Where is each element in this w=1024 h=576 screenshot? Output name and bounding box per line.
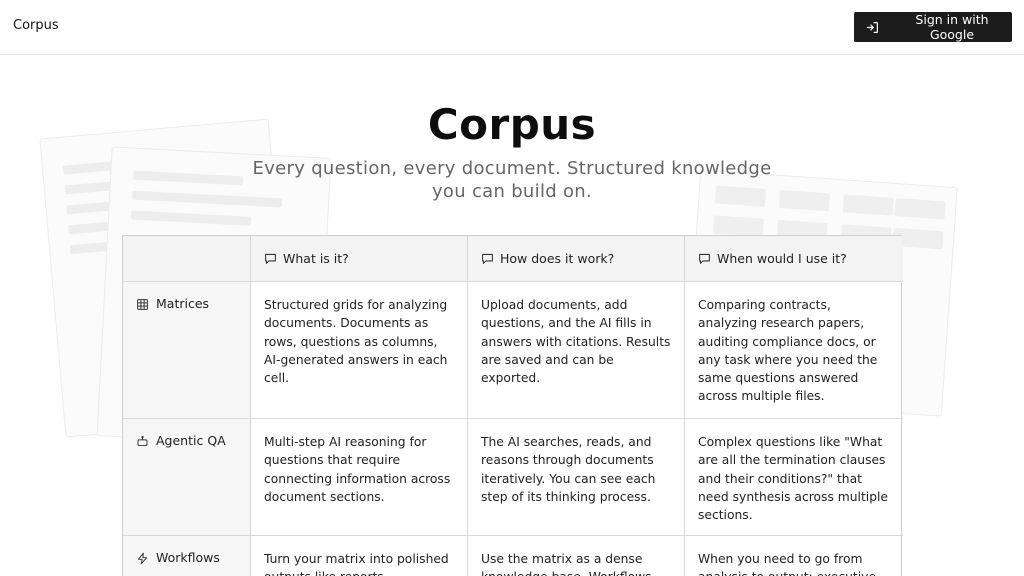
top-navbar: Corpus Sign in with Google — [0, 0, 1024, 55]
row-header-workflows: Workflows — [123, 536, 251, 576]
table-cell: When you need to go from analysis to out… — [685, 536, 903, 576]
message-square-icon — [698, 252, 711, 265]
table-grid-icon — [136, 298, 149, 311]
feature-comparison-table: What is it? How does it work? When would… — [122, 235, 903, 576]
column-header-label: What is it? — [283, 251, 349, 266]
row-header-agentic-qa: Agentic QA — [123, 419, 251, 536]
column-header-label: When would I use it? — [717, 251, 847, 266]
table-cell: Comparing contracts, analyzing research … — [685, 282, 903, 419]
login-icon — [866, 21, 879, 34]
row-label: Agentic QA — [156, 433, 226, 448]
message-square-icon — [264, 252, 277, 265]
table-corner-cell — [123, 236, 251, 282]
sign-in-label: Sign in with Google — [915, 12, 989, 42]
column-header-when-would-i-use-it: When would I use it? — [685, 236, 903, 282]
row-header-matrices: Matrices — [123, 282, 251, 419]
column-header-how-does-it-work: How does it work? — [468, 236, 685, 282]
table-cell: Turn your matrix into polished outputs l… — [251, 536, 468, 576]
column-header-what-is-it: What is it? — [251, 236, 468, 282]
table-cell: Structured grids for analyzing documents… — [251, 282, 468, 419]
brand-name[interactable]: Corpus — [13, 18, 59, 33]
page-subtitle: Every question, every document. Structur… — [252, 158, 772, 202]
table-cell: Use the matrix as a dense knowledge base… — [468, 536, 685, 576]
row-label: Workflows — [156, 550, 220, 565]
lightning-icon — [136, 552, 149, 565]
table-cell: Upload documents, add questions, and the… — [468, 282, 685, 419]
message-square-icon — [481, 252, 494, 265]
column-header-label: How does it work? — [500, 251, 615, 266]
row-label: Matrices — [156, 296, 210, 311]
table-cell: The AI searches, reads, and reasons thro… — [468, 419, 685, 536]
bot-icon — [136, 435, 149, 448]
table-cell: Complex questions like "What are all the… — [685, 419, 903, 536]
page-title: Corpus — [427, 100, 597, 149]
sign-in-with-google-button[interactable]: Sign in with Google — [854, 12, 1012, 42]
table-cell: Multi-step AI reasoning for questions th… — [251, 419, 468, 536]
